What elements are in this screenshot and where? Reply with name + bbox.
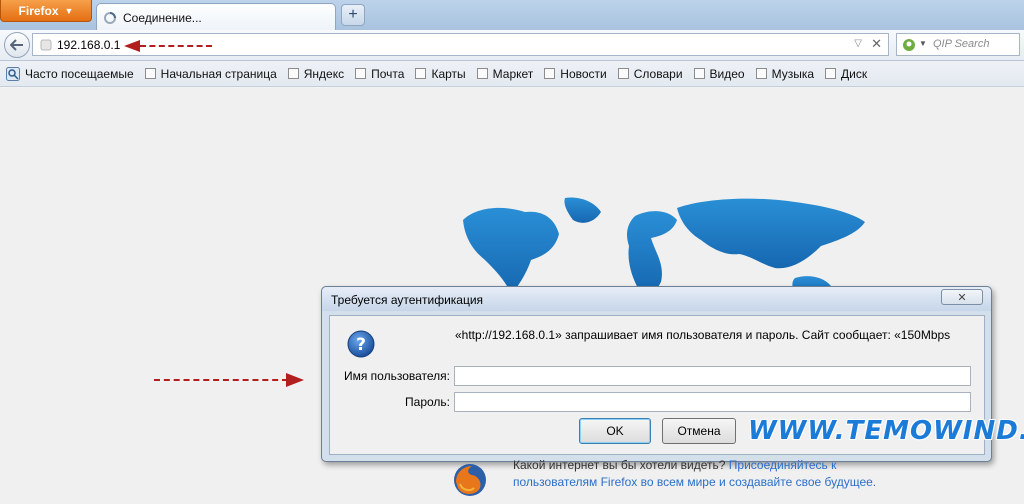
page-icon bbox=[415, 68, 427, 79]
bookmark-mail[interactable]: Почта bbox=[355, 67, 411, 81]
loading-spinner-icon bbox=[104, 11, 116, 24]
dialog-titlebar[interactable]: Требуется аутентификация ✕ bbox=[322, 287, 991, 311]
bookmark-label: Часто посещаемые bbox=[25, 66, 134, 81]
page-icon bbox=[693, 68, 705, 79]
question-icon: ? bbox=[347, 330, 375, 358]
page-icon bbox=[544, 68, 556, 79]
promo-line-2: пользователям Firefox во всем мире и соз… bbox=[513, 475, 876, 489]
tab-title: Соединение... bbox=[123, 10, 202, 25]
ok-button[interactable]: OK bbox=[579, 418, 651, 444]
arrowhead-left-icon bbox=[124, 40, 140, 52]
bookmark-label: Новости bbox=[560, 66, 607, 81]
bookmark-dictionaries[interactable]: Словари bbox=[617, 66, 690, 81]
url-text: 192.168.0.1 bbox=[57, 38, 121, 52]
svg-text:?: ? bbox=[356, 335, 366, 355]
bookmark-label: Яндекс bbox=[303, 66, 345, 81]
bookmark-label: Карты bbox=[431, 66, 466, 81]
dialog-message: «http://192.168.0.1» запрашивает имя пол… bbox=[455, 328, 951, 342]
plus-icon: + bbox=[348, 6, 358, 23]
bookmark-news[interactable]: Новости bbox=[544, 67, 613, 81]
bookmark-label: Почта bbox=[371, 66, 405, 81]
bookmark-label: Музыка bbox=[771, 66, 815, 81]
page-icon bbox=[355, 68, 367, 79]
chevron-down-icon[interactable]: ▼ bbox=[919, 39, 927, 48]
page-icon bbox=[755, 68, 767, 79]
dialog-title: Требуется аутентификация bbox=[331, 293, 484, 307]
search-bar[interactable]: ▼ QIP Search bbox=[896, 33, 1020, 56]
close-icon: ✕ bbox=[957, 291, 967, 304]
dropdown-arrow-icon[interactable]: ▽ bbox=[854, 38, 862, 49]
username-field[interactable] bbox=[454, 366, 971, 386]
password-field[interactable] bbox=[454, 392, 971, 412]
bookmark-label: Видео bbox=[709, 66, 745, 81]
tab-connection[interactable]: Соединение... bbox=[96, 3, 336, 31]
username-label: Имя пользователя: bbox=[343, 369, 450, 383]
site-watermark: WWW.TEMOWIND.RU bbox=[748, 416, 1024, 446]
page-icon bbox=[287, 68, 299, 79]
new-tab-button[interactable]: + bbox=[341, 4, 365, 26]
close-icon[interactable]: ✕ bbox=[871, 36, 882, 52]
bookmark-start-page[interactable]: Начальная страница bbox=[144, 66, 284, 81]
bookmark-disk[interactable]: Диск bbox=[825, 67, 874, 81]
promo-text: Какой интернет вы бы хотели видеть? bbox=[513, 458, 729, 472]
back-button[interactable] bbox=[4, 32, 30, 58]
bookmark-maps[interactable]: Карты bbox=[415, 67, 472, 81]
site-identity-icon bbox=[40, 39, 52, 51]
annotation-arrow-login bbox=[154, 379, 288, 381]
bookmark-label: Диск bbox=[841, 66, 868, 81]
page-icon bbox=[476, 68, 488, 79]
most-visited-icon bbox=[6, 66, 20, 81]
arrow-left-icon bbox=[10, 39, 23, 51]
page-icon bbox=[617, 68, 629, 79]
bookmark-video[interactable]: Видео bbox=[693, 66, 752, 81]
bookmark-label: Словари bbox=[633, 66, 683, 81]
promo-join-link[interactable]: Присоединяйтесь к bbox=[729, 458, 837, 472]
cancel-button[interactable]: Отмена bbox=[662, 418, 736, 444]
bookmark-yandex[interactable]: Яндекс bbox=[287, 66, 351, 81]
chevron-down-icon: ▼ bbox=[64, 5, 74, 16]
dialog-close-button[interactable]: ✕ bbox=[941, 289, 983, 305]
bookmark-label: Маркет bbox=[492, 66, 534, 81]
search-placeholder: QIP Search bbox=[933, 38, 990, 50]
password-label: Пароль: bbox=[405, 395, 450, 409]
qip-search-icon[interactable] bbox=[901, 37, 917, 53]
bookmarks-toolbar: Часто посещаемые Начальная страница Янде… bbox=[0, 61, 1024, 87]
bookmark-music[interactable]: Музыка bbox=[755, 66, 821, 81]
bookmark-market[interactable]: Маркет bbox=[476, 66, 541, 81]
promo-line-1: Какой интернет вы бы хотели видеть? Прис… bbox=[513, 458, 836, 472]
bookmark-label: Начальная страница bbox=[160, 66, 277, 81]
page-icon bbox=[825, 68, 837, 79]
firefox-menu-label: Firefox bbox=[18, 3, 59, 18]
promo-future-link[interactable]: пользователям Firefox во всем мире и соз… bbox=[513, 475, 876, 489]
firefox-menu-button[interactable]: Firefox ▼ bbox=[0, 0, 92, 22]
annotation-arrow-url bbox=[140, 45, 212, 47]
page-icon bbox=[144, 68, 156, 79]
firefox-logo-icon bbox=[454, 464, 486, 496]
bookmark-most-visited[interactable]: Часто посещаемые bbox=[6, 66, 141, 81]
arrowhead-right-icon bbox=[286, 373, 304, 387]
